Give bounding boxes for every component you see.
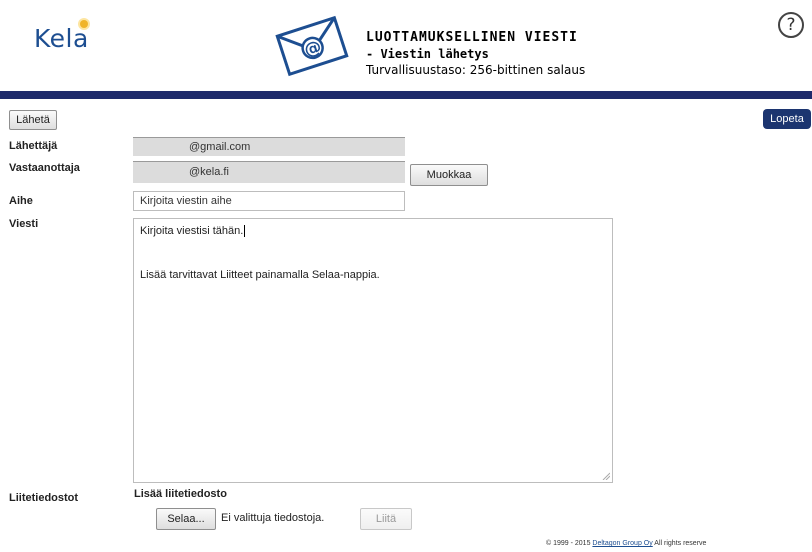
- footer-rights: All rights reserve: [654, 540, 707, 547]
- edit-recipient-button[interactable]: Muokkaa: [410, 164, 488, 186]
- footer-company-link[interactable]: Deltagon Group Oy: [592, 540, 652, 547]
- attach-button[interactable]: Liitä: [360, 508, 412, 530]
- text-caret: [244, 225, 246, 238]
- help-circle-icon[interactable]: ?: [778, 12, 804, 38]
- message-text-line-1: Kirjoita viestisi tähän.: [140, 225, 246, 238]
- sender-label: Lähettäjä: [9, 140, 58, 152]
- recipient-label: Vastaanottaja: [9, 162, 80, 174]
- message-text-line-2: Lisää tarvittavat Liitteet painamalla Se…: [140, 269, 380, 281]
- subject-input[interactable]: Kirjoita viestin aihe: [133, 191, 405, 211]
- quit-button[interactable]: Lopeta: [763, 109, 811, 129]
- page-subtitle: - Viestin lähetys: [366, 47, 489, 61]
- browse-button[interactable]: Selaa...: [156, 508, 216, 530]
- recipient-field: @kela.fi: [133, 161, 405, 183]
- add-attachment-label: Lisää liitetiedosto: [134, 488, 227, 500]
- footer: © 1999 - 2015 Deltagon Group Oy All righ…: [546, 540, 706, 547]
- title-block: LUOTTAMUKSELLINEN VIESTI - Viestin lähet…: [366, 30, 585, 77]
- attachments-label: Liitetiedostot: [9, 492, 79, 504]
- send-button[interactable]: Lähetä: [9, 110, 57, 130]
- kela-logo: Kela: [34, 24, 89, 53]
- no-files-text: Ei valittuja tiedostoja.: [221, 512, 325, 524]
- footer-copyright: © 1999 - 2015: [546, 540, 591, 547]
- sender-field: @gmail.com: [133, 137, 405, 156]
- message-label: Viesti: [9, 218, 39, 230]
- app-header: Kela @ LUOTTAMUKSELLINEN VIESTI - Viesti…: [0, 0, 812, 92]
- security-level: Turvallisuustaso: 256-bittinen salaus: [366, 63, 586, 77]
- resize-grip-icon[interactable]: [602, 472, 610, 480]
- page-title: LUOTTAMUKSELLINEN VIESTI: [366, 30, 578, 45]
- message-textarea[interactable]: Kirjoita viestisi tähän. Lisää tarvittav…: [133, 218, 613, 483]
- sender-value: @gmail.com: [189, 141, 251, 153]
- recipient-value: @kela.fi: [189, 166, 229, 178]
- logo-accent-dot: [80, 20, 88, 28]
- header-divider-bar: [0, 91, 812, 99]
- envelope-at-icon: @: [275, 15, 349, 77]
- subject-label: Aihe: [9, 195, 33, 207]
